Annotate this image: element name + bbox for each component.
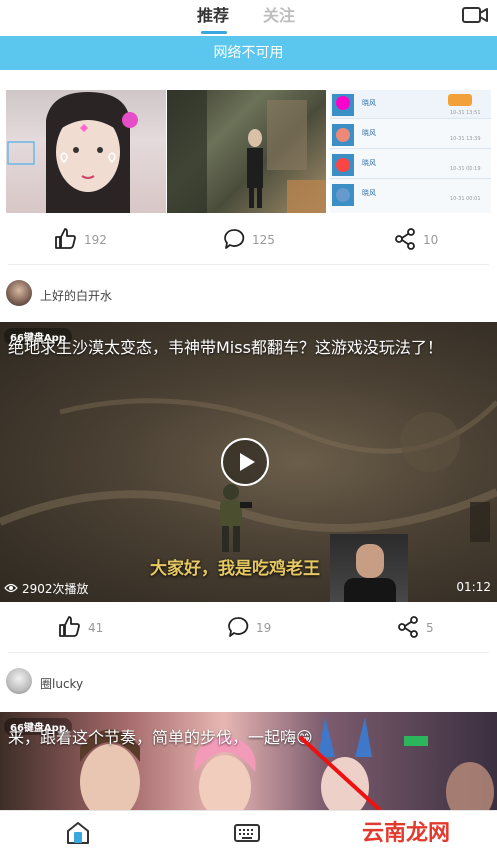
video-subtitle: 大家好，我是吃鸡老王 [150,559,320,579]
red-arrow-annotation [298,735,382,812]
video-camera-icon[interactable] [461,4,489,26]
comment-count: 19 [256,621,272,635]
active-tab-indicator [201,31,227,34]
author-name[interactable]: 圈lucky [40,675,83,692]
avatar[interactable] [6,280,32,306]
thumbs-up-icon [58,615,82,642]
soldier-figure [208,482,254,554]
share-icon [396,615,420,642]
like-count: 41 [88,621,104,635]
site-watermark: 云南龙网 [362,821,451,846]
post-image-3-row: 晓风 [362,188,376,198]
comment-bubble-icon [226,615,250,642]
row-name: 晓风 [362,99,376,107]
play-count: 2902次播放 [4,580,89,597]
top-tab-bar: 推荐 关注 [0,0,497,36]
row-meta: 10-31 00:01 [450,196,481,202]
comment-count: 125 [252,233,275,247]
play-icon [240,453,255,471]
tab-recommend[interactable]: 推荐 [197,2,229,26]
share-count: 5 [426,621,434,635]
post-image-2[interactable] [167,90,326,213]
tab-follow[interactable]: 关注 [263,2,295,26]
network-unavailable-banner[interactable]: 网络不可用 [0,36,497,70]
share-count: 10 [423,233,439,247]
like-count: 192 [84,233,107,247]
video1-stats-bar: 41 19 5 [0,607,497,649]
comment-bubble-icon [222,227,246,254]
post-author-row[interactable]: 上好的白开水 [0,274,497,314]
row-name: 晓风 [362,129,376,137]
post-image-3-row: 晓风 [362,158,376,168]
play-count-text: 2902次播放 [22,582,89,596]
comment-button[interactable]: 125 [222,219,275,261]
thumbs-up-icon [54,227,78,254]
post-image-3-row: 晓风 [362,98,376,108]
post-author-row[interactable]: 圈lucky [0,662,497,702]
row-meta: 10-31 13:39 [450,136,481,142]
share-button[interactable]: 5 [396,607,434,649]
comment-button[interactable]: 19 [226,607,271,649]
divider [8,264,489,265]
author-name[interactable]: 上好的白开水 [40,287,112,304]
streamer-camera [330,534,408,602]
row-meta: 10-31 00:19 [450,166,481,172]
row-name: 晓风 [362,189,376,197]
avatar[interactable] [6,668,32,694]
streamer-face [356,544,384,578]
video-duration: 01:12 [456,580,491,594]
video-title[interactable]: 绝地求生沙漠太变态，韦神带Miss都翻车？这游戏没玩法了！ [8,334,443,358]
post-image-3[interactable]: 晓风 晓风 晓风 晓风 10-31 13:51 10-31 13:39 10-3… [330,90,491,213]
row-meta: 10-31 13:51 [450,110,481,116]
like-button[interactable]: 41 [58,607,103,649]
row-name: 晓风 [362,159,376,167]
post-image-3-row: 晓风 [362,128,376,138]
post-image-1[interactable] [6,90,166,213]
video-card[interactable]: 66键盘App 来，跟着这个节奏，简单的步伐，一起嗨😁 [0,712,497,812]
keyboard-icon[interactable] [233,819,261,847]
divider [8,652,489,653]
eye-icon [4,582,18,596]
like-button[interactable]: 192 [54,219,107,261]
share-button[interactable]: 10 [393,219,438,261]
home-icon[interactable] [64,819,92,847]
share-icon [393,227,417,254]
video-card[interactable]: 66键盘App 绝地求生沙漠太变态，韦神带Miss都翻车？这游戏没玩法了！ 大家… [0,322,497,602]
post1-stats-bar: 192 125 10 [0,219,497,261]
play-button[interactable] [221,438,269,486]
streamer-body [344,578,396,602]
